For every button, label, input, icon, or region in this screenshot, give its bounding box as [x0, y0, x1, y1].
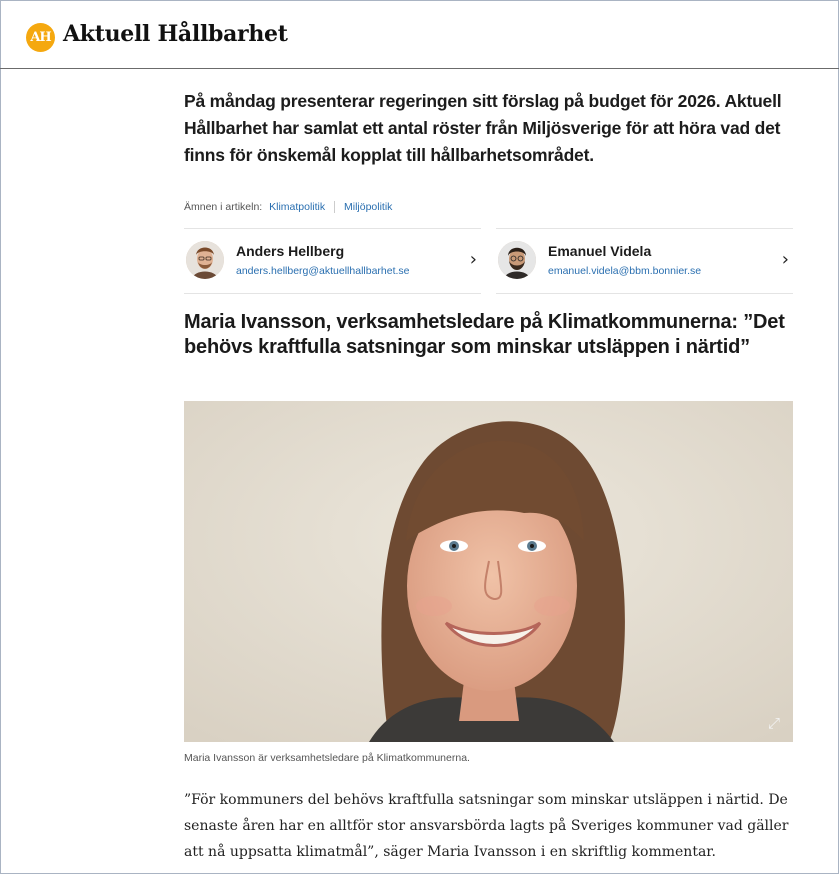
topic-link-klimatpolitik[interactable]: Klimatpolitik	[269, 201, 325, 213]
author-card-anders[interactable]: Anders Hellberg anders.hellberg@aktuellh…	[184, 228, 481, 294]
author-name[interactable]: Emanuel Videla	[548, 243, 651, 259]
article-topics: Ämnen i artikeln: Klimatpolitik Miljöpol…	[184, 201, 392, 214]
article-headline: Maria Ivansson, verksamhetsledare på Kli…	[184, 311, 785, 358]
logo-badge[interactable]: AH	[26, 23, 55, 52]
topic-link-miljopolitik[interactable]: Miljöpolitik	[344, 201, 392, 213]
site-logo[interactable]: Aktuell Hållbarhet	[63, 21, 288, 47]
expand-icon[interactable]: ⤢	[761, 711, 787, 737]
site-header: AH Aktuell Hållbarhet	[0, 0, 839, 69]
author-email[interactable]: emanuel.videla@bbm.bonnier.se	[548, 265, 701, 277]
chevron-right-icon[interactable]: ›	[782, 249, 789, 270]
topic-divider	[334, 201, 336, 214]
article-ingress: På måndag presenterar regeringen sitt fö…	[184, 91, 782, 165]
author-avatar	[186, 241, 224, 279]
article-body: ”För kommuners del behövs kraftfulla sat…	[184, 787, 796, 865]
author-card-emanuel[interactable]: Emanuel Videla emanuel.videla@bbm.bonnie…	[496, 228, 793, 294]
body-paragraph: ”För kommuners del behövs kraftfulla sat…	[184, 792, 789, 860]
chevron-right-icon[interactable]: ›	[470, 249, 477, 270]
topics-label: Ämnen i artikeln:	[184, 201, 263, 213]
photo-caption: Maria Ivansson är verksamhetsledare på K…	[184, 752, 470, 764]
author-avatar	[498, 241, 536, 279]
author-email[interactable]: anders.hellberg@aktuellhallbarhet.se	[236, 265, 410, 277]
author-name[interactable]: Anders Hellberg	[236, 243, 344, 259]
article-photo[interactable]	[184, 401, 793, 742]
